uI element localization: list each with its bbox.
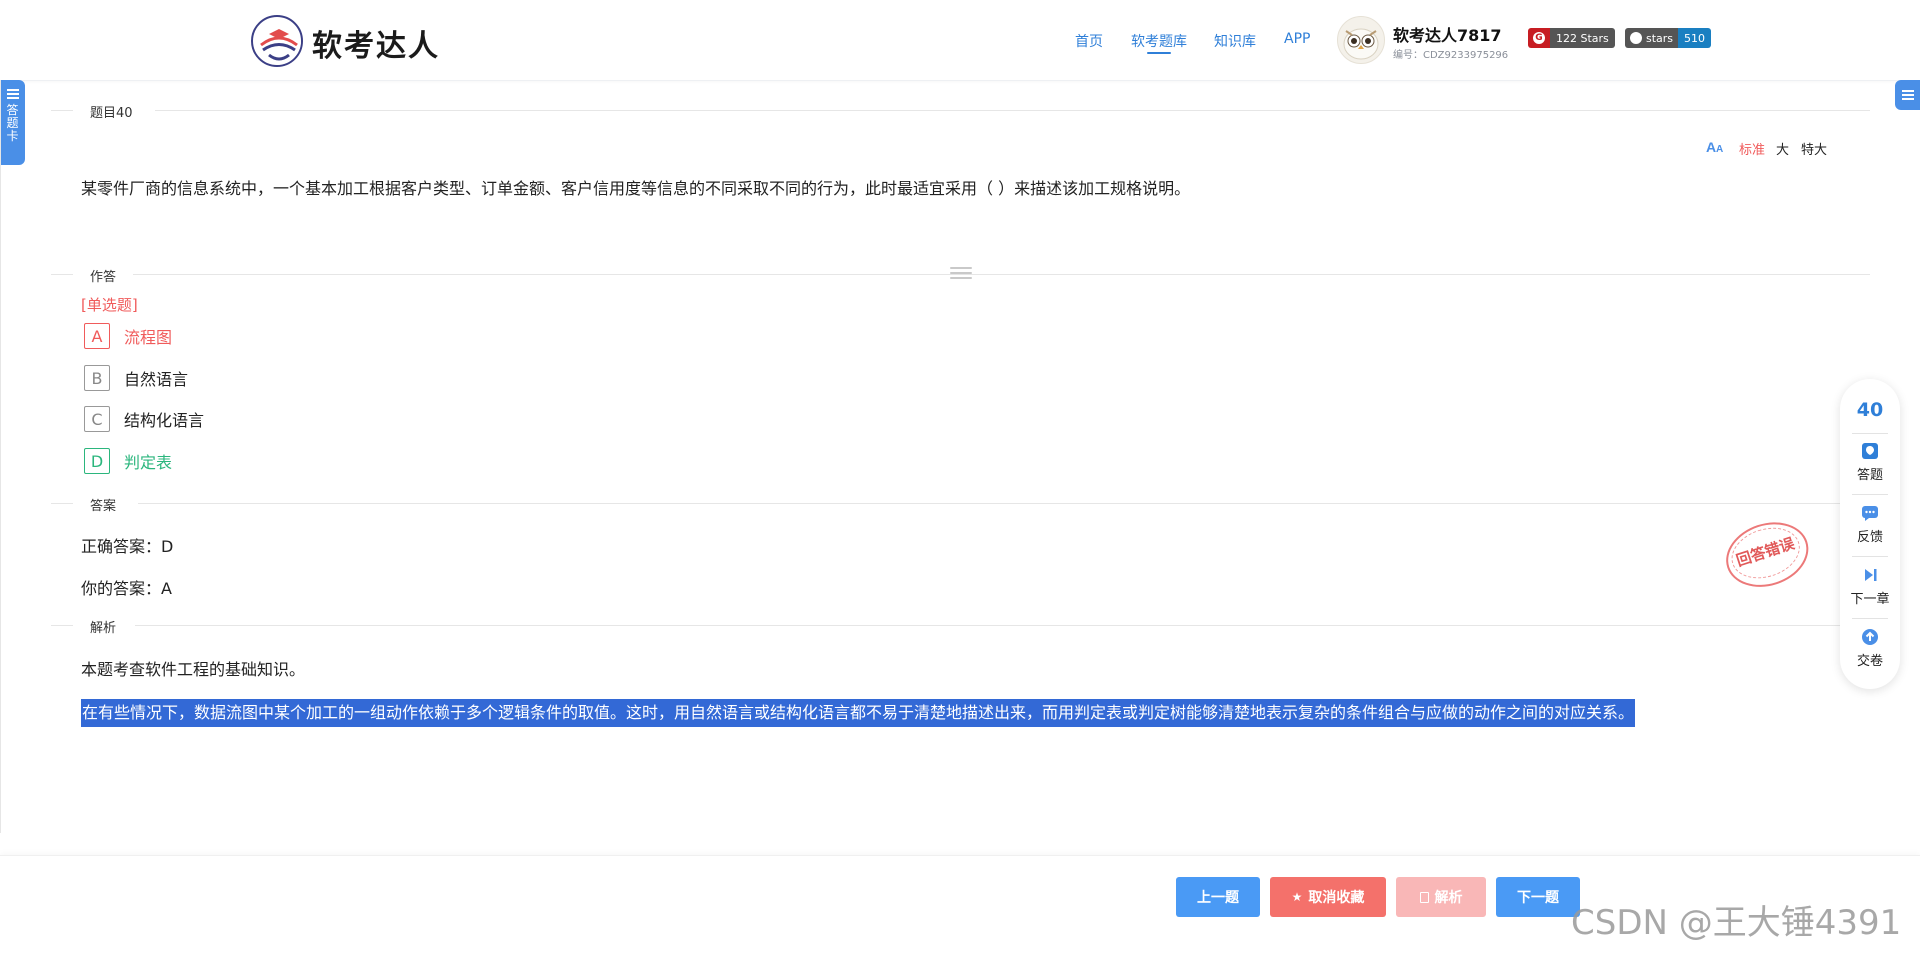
font-size-large[interactable]: 大 [1776,139,1789,158]
menu-icon [0,88,25,102]
github-stars-label: stars [1646,31,1674,45]
side-float-panel: 40 答题 反馈 下一章 交卷 [1840,379,1900,689]
divider [133,274,1870,275]
github-icon [1630,32,1642,44]
user-id: 编号：CDZ9233975296 [1393,50,1509,61]
option-letter: B [84,365,110,391]
gitee-stars-count: 122 Stars [1550,28,1615,48]
next-question-label: 下一题 [1517,890,1559,906]
csdn-watermark: CSDN @王大锤4391 [1571,903,1902,943]
divider [51,110,73,111]
nav-app[interactable]: APP [1284,31,1310,47]
divider [138,503,1870,504]
answer-card-label: 答题卡 [6,103,19,143]
document-icon [1419,891,1429,903]
prev-question-label: 上一题 [1197,890,1239,906]
answer-card-tab[interactable]: 答题卡 [0,80,25,165]
correct-answer: 正确答案：D [81,537,174,556]
next-question-button[interactable]: 下一题 [1496,877,1580,917]
option-letter: A [84,323,110,349]
right-menu-tab[interactable] [1895,80,1920,110]
option-text: 结构化语言 [124,411,205,430]
option-b[interactable]: B 自然语言 [84,365,188,391]
your-answer: 你的答案：A [81,579,172,598]
gitee-stars-badge[interactable]: G 122 Stars [1528,28,1615,48]
divider [51,503,73,504]
explanation-line-1: 本题考查软件工程的基础知识。 [81,660,306,679]
option-text: 自然语言 [124,370,189,389]
github-stars-count: 510 [1678,28,1712,48]
nav-home[interactable]: 首页 [1075,31,1103,51]
feedback-label: 反馈 [1856,530,1883,545]
option-c[interactable]: C 结构化语言 [84,406,204,432]
submit-exam-button[interactable]: 交卷 [1840,628,1900,669]
drag-handle-icon[interactable] [950,267,972,281]
wrong-answer-stamp: 回答错误 [1717,512,1817,598]
gitee-icon: G [1533,32,1545,44]
nav-knowledge-base[interactable]: 知识库 [1214,31,1256,51]
option-text: 流程图 [124,328,173,347]
explanation-section-title: 解析 [90,621,117,636]
submit-label: 交卷 [1856,654,1883,669]
option-a[interactable]: A 流程图 [84,323,172,349]
github-stars-badge[interactable]: stars 510 [1625,28,1712,48]
divider [135,625,1870,626]
star-icon: ★ [1291,890,1303,904]
font-size-standard[interactable]: 标准 [1739,139,1765,158]
unfavorite-button[interactable]: ★ 取消收藏 [1270,877,1386,917]
option-d[interactable]: D 判定表 [84,448,172,474]
user-name[interactable]: 软考达人7817 [1393,22,1502,46]
answer-section-title: 作答 [90,270,117,285]
logo-icon[interactable] [251,15,303,67]
avatar[interactable] [1337,16,1385,64]
correct-answer-section-title: 答案 [90,499,117,514]
font-size-icon: A A [1706,139,1723,154]
divider [51,274,73,275]
prev-question-button[interactable]: 上一题 [1176,877,1260,917]
option-letter: D [84,448,110,474]
next-chapter-icon [1861,566,1879,584]
option-text: 判定表 [124,453,173,472]
answer-label: 答题 [1856,468,1883,483]
content-left-border [0,80,1,833]
answer-sheet-button[interactable]: 答题 [1840,442,1900,483]
option-letter: C [84,406,110,432]
analysis-button[interactable]: 解析 [1396,877,1486,917]
unfavorite-label: 取消收藏 [1308,890,1365,906]
nav-question-bank[interactable]: 软考题库 [1131,31,1187,51]
divider [155,110,1870,111]
feedback-icon [1861,504,1879,522]
top-header: 软考达人 首页 软考题库 知识库 APP 软考达人7817 编号：CDZ9233… [0,0,1920,81]
question-text: 某零件厂商的信息系统中，一个基本加工根据客户类型、订单金额、客户信用度等信息的不… [81,179,1191,198]
explanation-line-2-selected: 在有些情况下，数据流图中某个加工的一组动作依赖于多个逻辑条件的取值。这时，用自然… [81,699,1636,727]
analysis-label: 解析 [1434,890,1463,906]
svg-text:A: A [1706,139,1716,154]
answer-icon [1861,442,1879,460]
next-chapter-button[interactable]: 下一章 [1840,566,1900,607]
menu-icon [1902,90,1914,100]
question-type: [单选题] [81,296,138,314]
logo-text[interactable]: 软考达人 [312,21,440,65]
question-section-title: 题目40 [90,106,133,121]
font-size-xlarge[interactable]: 特大 [1801,139,1827,158]
feedback-button[interactable]: 反馈 [1840,504,1900,545]
svg-text:A: A [1716,144,1723,154]
nav-active-indicator [1147,52,1171,54]
divider [51,625,73,626]
submit-icon [1861,628,1879,646]
next-chapter-label: 下一章 [1850,592,1890,607]
question-number: 40 [1856,399,1884,421]
